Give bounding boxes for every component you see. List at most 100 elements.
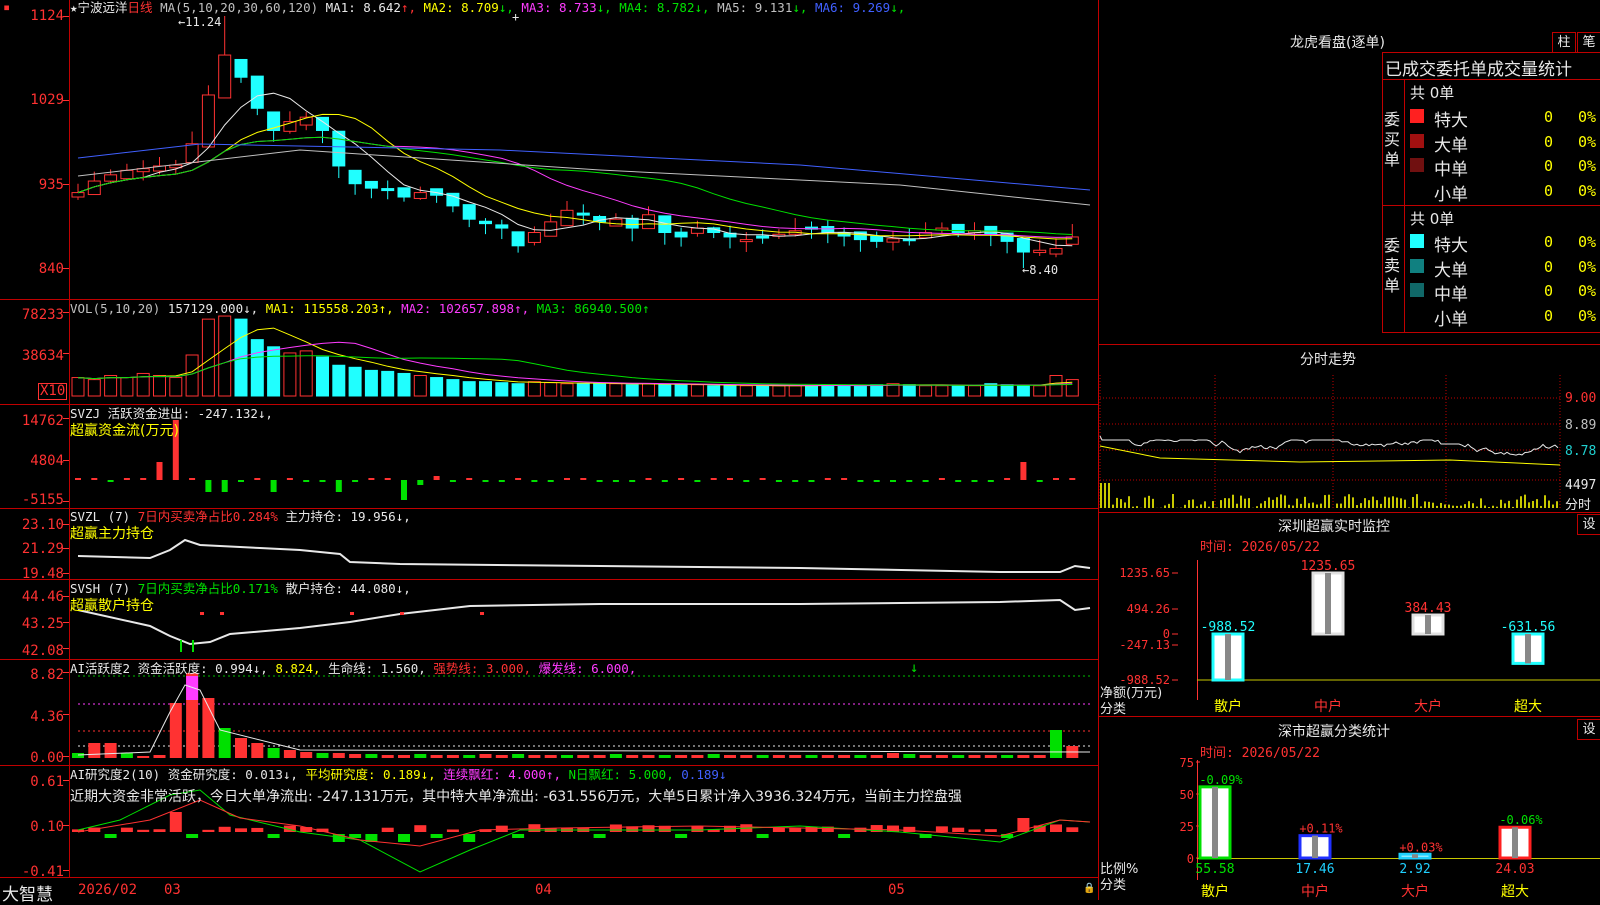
fenshi-vol-bar [1184, 505, 1186, 508]
activity-bar [284, 750, 296, 758]
fund-flow-bar [352, 480, 358, 482]
order-count: 0 [1544, 108, 1553, 126]
fenshi-vol-bar [1172, 494, 1174, 508]
vol-bar [643, 384, 655, 396]
fenshi-vol-bar [1288, 505, 1290, 508]
activity-bar [708, 754, 720, 758]
research-bar [773, 828, 785, 832]
bar-mode-button[interactable]: 柱 [1552, 32, 1576, 53]
buy-row-3[interactable]: 小单00% [1408, 180, 1600, 202]
vol-bar [545, 383, 557, 396]
fenshi-vol-bar [1484, 506, 1486, 508]
classify-bar-散户[interactable] [1200, 787, 1230, 858]
monitor-settings-button[interactable]: 设 [1577, 514, 1600, 535]
fund-flow-bar [108, 480, 114, 482]
monitor-bar-大户[interactable] [1413, 615, 1443, 634]
vol-bar [235, 319, 247, 396]
candle [675, 232, 687, 237]
buy-row-0[interactable]: 特大00% [1408, 106, 1600, 128]
classify-bar-大户[interactable] [1400, 854, 1430, 858]
fund-flow-bar [972, 480, 978, 482]
candle [251, 76, 263, 108]
fund-flow-bar [874, 480, 880, 482]
fund-flow-bar [743, 480, 749, 482]
chart-canvas[interactable]: ↓ 1235.65494.260-247.13-988.52-988.52散户1… [0, 0, 1600, 900]
price-axis-label: 1029 [0, 92, 64, 108]
fenshi-vol-bar [1416, 494, 1418, 508]
classify-time: 时间: 2026/05/22 [1200, 742, 1320, 761]
fund-flow-bar [825, 478, 831, 480]
ma-item-4: MA4: 8.782 [612, 0, 695, 15]
fenshi-vol-bar [1456, 506, 1458, 508]
price-header: ★宁波远洋日线 MA(5,10,20,30,60,120) MA1: 8.642… [70, 1, 905, 15]
activity-bar [1017, 755, 1029, 758]
fund-flow-bar [368, 478, 374, 480]
air-axis-label: 0.10 [0, 819, 64, 835]
fenshi-vol-bar [1360, 503, 1362, 508]
price-axis-label: 1124 [0, 8, 64, 24]
activity-bar [528, 755, 540, 758]
candle [1066, 237, 1078, 244]
candle [121, 170, 133, 178]
fenshi-vol-bar [1112, 505, 1114, 508]
monitor-bar-超大[interactable] [1513, 634, 1543, 663]
vol-unit-badge[interactable]: X10 [38, 383, 67, 400]
fund-flow-bar [548, 480, 554, 482]
monitor-bar-散户[interactable] [1213, 634, 1243, 680]
sell-row-1[interactable]: 大单00% [1408, 256, 1600, 278]
activity-bar [463, 755, 475, 758]
fund-flow-bar [75, 478, 81, 480]
sell-row-3[interactable]: 小单00% [1408, 305, 1600, 327]
fenshi-vol-bar [1256, 506, 1258, 508]
buy-row-1[interactable]: 大单00% [1408, 131, 1600, 153]
candle [822, 226, 834, 232]
activity-bar [365, 754, 377, 758]
svsh-subtitle: 超赢散户持仓 [70, 595, 154, 615]
sell-row-0[interactable]: 特大00% [1408, 231, 1600, 253]
fenshi-vol-bar [1196, 506, 1198, 508]
svsh-axis-label: 42.08 [0, 643, 64, 659]
longhu-subtitle: 已成交委托单成交量统计 [1385, 55, 1572, 80]
fenshi-vol-bar [1168, 504, 1170, 508]
fenshi-vol-bar [1432, 503, 1434, 508]
monitor-axis-label: 1235.65 [1119, 566, 1170, 580]
fund-flow-bar [499, 480, 505, 482]
fenshi-vol-bar [1120, 499, 1122, 508]
classify-bar-中户[interactable] [1300, 836, 1330, 858]
research-bar [496, 826, 508, 832]
stock-name[interactable]: ★宁波远洋 [70, 0, 128, 15]
fund-flow-bar [1004, 478, 1010, 480]
research-bar [936, 826, 948, 832]
candle [72, 193, 84, 197]
activity-bar [936, 755, 948, 758]
svzl-label: SVZL (7) [70, 509, 130, 524]
order-pct: 0% [1578, 157, 1596, 175]
classify-bar-label: 17.46 [1295, 862, 1334, 877]
fund-flow-bar [760, 478, 766, 480]
date-label: 04 [535, 882, 552, 898]
order-count: 0 [1544, 233, 1553, 251]
fenshi-vol-bar [1192, 499, 1194, 508]
fenshi-vol-bar [1108, 483, 1110, 508]
monitor-bar-中户[interactable] [1313, 573, 1343, 634]
fund-flow-bar [662, 480, 668, 482]
monitor-category: 大户 [1414, 698, 1442, 715]
air-axis-label: -0.41 [0, 864, 64, 880]
order-pct: 0% [1578, 233, 1596, 251]
period-label[interactable]: 日线 [128, 0, 153, 15]
fund-flow-bar [254, 478, 260, 480]
vol-bar [317, 357, 329, 396]
tick-mode-button[interactable]: 笔 [1577, 32, 1600, 53]
classify-bar-超大[interactable] [1500, 827, 1530, 858]
sell-row-2[interactable]: 中单00% [1408, 280, 1600, 302]
vol-bar [577, 384, 589, 396]
fenshi-vol-bar [1480, 498, 1482, 508]
lock-icon[interactable]: 🔒 [1083, 883, 1095, 894]
classify-settings-button[interactable]: 设 [1577, 719, 1600, 740]
research-bar [382, 828, 394, 832]
classify-axis-label: 75 [1180, 756, 1194, 770]
order-count: 0 [1544, 182, 1553, 200]
buy-row-2[interactable]: 中单00% [1408, 155, 1600, 177]
activity-bar [72, 753, 84, 758]
fenshi-vol-bar [1304, 497, 1306, 508]
